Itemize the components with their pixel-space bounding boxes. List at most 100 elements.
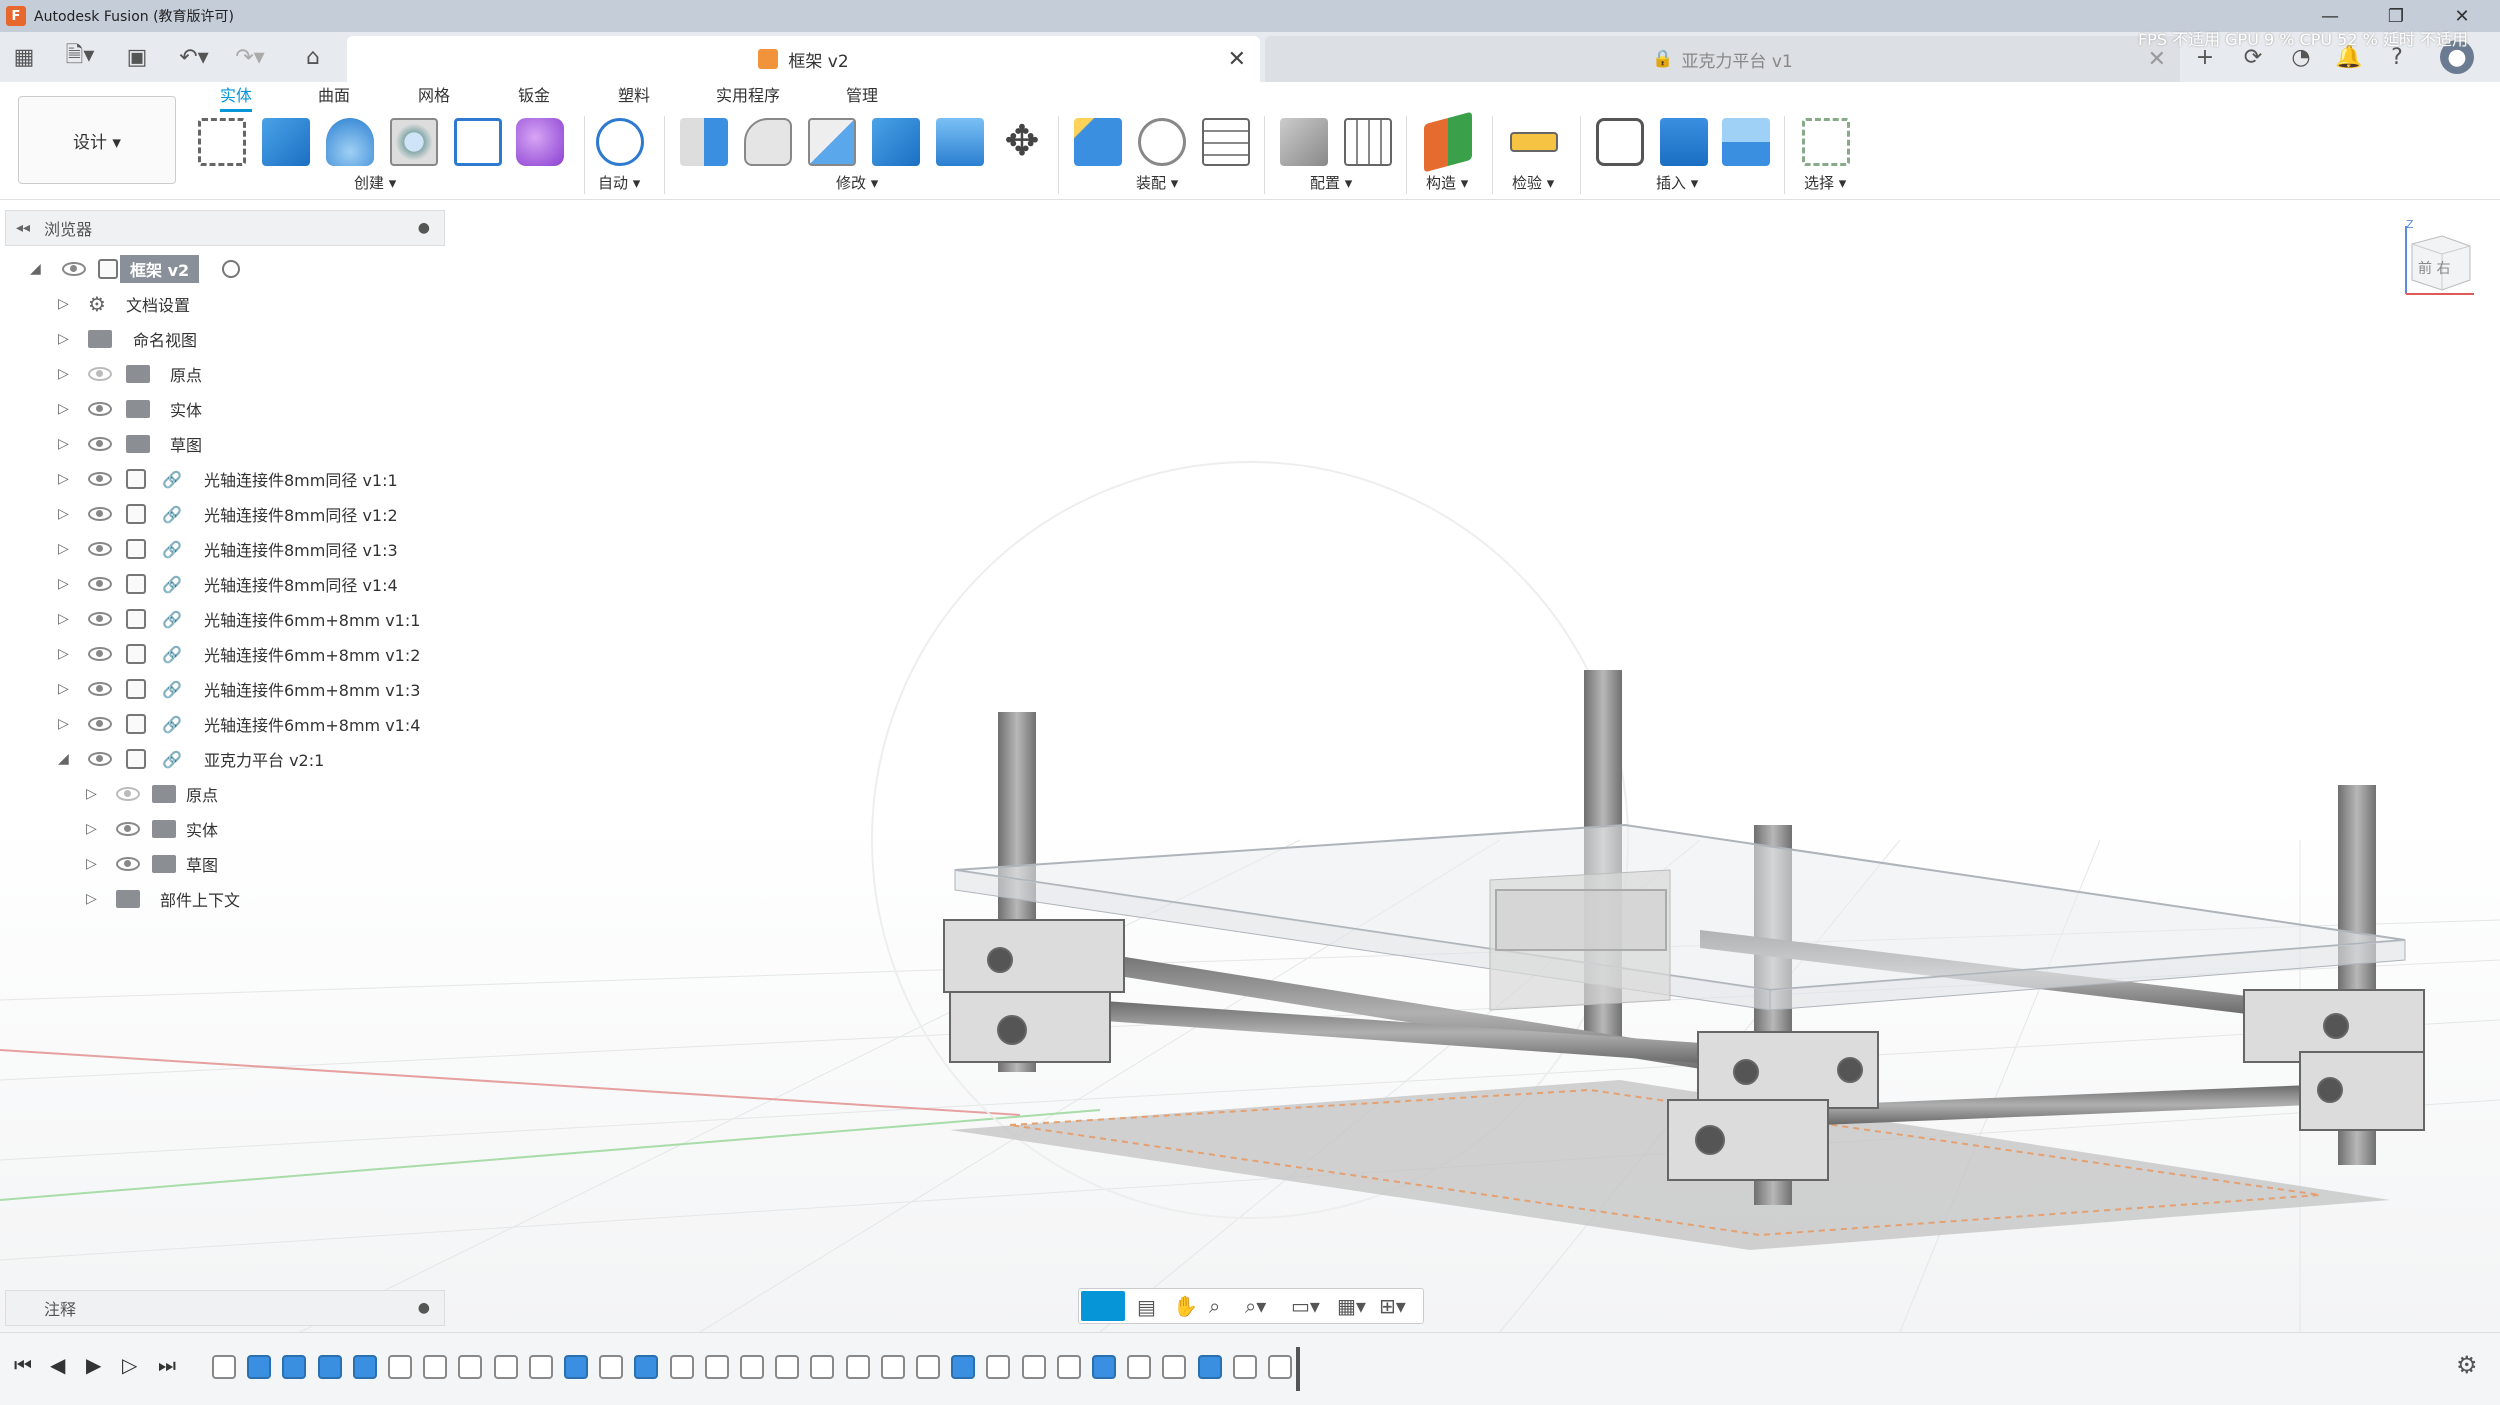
undo-icon[interactable]: ↶▾ bbox=[170, 40, 218, 74]
timeline-feature-icon[interactable] bbox=[669, 1355, 694, 1379]
orbit-icon[interactable] bbox=[1081, 1291, 1125, 1321]
timeline-feature-icon[interactable] bbox=[528, 1355, 553, 1379]
tab-plastic[interactable]: 塑料 bbox=[618, 82, 650, 112]
group-automate[interactable]: 自动 ▾ bbox=[598, 172, 640, 193]
group-configure[interactable]: 配置 ▾ bbox=[1310, 172, 1352, 193]
browser-node[interactable]: ▷ 🔗 光轴连接件8mm同径 v1:3 bbox=[0, 532, 445, 566]
expand-toggle-icon[interactable]: ▷ bbox=[58, 681, 69, 697]
browser-node[interactable]: ▷ 实体 bbox=[0, 812, 445, 846]
group-create[interactable]: 创建 ▾ bbox=[354, 172, 396, 193]
zoom-icon[interactable]: ⌕ bbox=[1209, 1294, 1220, 1318]
redo-icon[interactable]: ↷▾ bbox=[226, 40, 274, 74]
notes-add-icon[interactable]: ● bbox=[418, 1300, 430, 1316]
browser-node[interactable]: ▷ 🔗 光轴连接件6mm+8mm v1:1 bbox=[0, 602, 445, 636]
visibility-eye-icon[interactable] bbox=[116, 857, 140, 871]
timeline-feature-icon[interactable] bbox=[352, 1355, 377, 1379]
expand-toggle-icon[interactable]: ▷ bbox=[86, 891, 97, 907]
automate-icon[interactable] bbox=[596, 118, 644, 166]
timeline-feature-icon[interactable] bbox=[247, 1355, 272, 1379]
create-sketch-icon[interactable] bbox=[198, 118, 246, 166]
fit-icon[interactable]: ⌕▾ bbox=[1245, 1294, 1266, 1318]
apps-grid-icon[interactable]: ▦ bbox=[8, 40, 40, 74]
timeline-feature-icon[interactable] bbox=[1232, 1355, 1257, 1379]
measure-icon[interactable] bbox=[1510, 132, 1558, 152]
timeline-feature-icon[interactable] bbox=[634, 1355, 659, 1379]
expand-toggle-icon[interactable]: ▷ bbox=[58, 576, 69, 592]
timeline-feature-icon[interactable] bbox=[317, 1355, 342, 1379]
tab-surface[interactable]: 曲面 bbox=[318, 82, 350, 112]
browser-node[interactable]: ◢ 🔗 亚克力平台 v2:1 bbox=[0, 742, 445, 776]
go-to-start-icon[interactable]: ⏮ bbox=[14, 1353, 32, 1377]
expand-toggle-icon[interactable]: ▷ bbox=[58, 401, 69, 417]
visibility-eye-icon[interactable] bbox=[116, 787, 140, 801]
shell-icon[interactable] bbox=[872, 118, 920, 166]
visibility-eye-icon[interactable] bbox=[88, 472, 112, 486]
timeline-feature-icon[interactable] bbox=[1021, 1355, 1046, 1379]
timeline-feature-icon[interactable] bbox=[740, 1355, 764, 1379]
step-forward-icon[interactable]: ▷ bbox=[122, 1353, 137, 1377]
expand-toggle-icon[interactable]: ▷ bbox=[58, 471, 69, 487]
create-form-icon[interactable] bbox=[516, 118, 564, 166]
pan-icon[interactable]: ✋ bbox=[1173, 1294, 1198, 1318]
timeline-feature-icon[interactable] bbox=[704, 1355, 729, 1379]
browser-panel-header[interactable]: ◂◂ 浏览器 ● bbox=[5, 210, 445, 246]
close-tab-icon[interactable]: ✕ bbox=[2148, 47, 2166, 72]
group-inspect[interactable]: 检验 ▾ bbox=[1512, 172, 1554, 193]
visibility-eye-icon[interactable] bbox=[88, 367, 112, 381]
extrude-icon[interactable] bbox=[262, 118, 310, 166]
play-icon[interactable]: ▶ bbox=[86, 1353, 101, 1377]
tab-utilities[interactable]: 实用程序 bbox=[716, 82, 780, 112]
browser-node[interactable]: ▷ 实体 bbox=[0, 392, 445, 426]
browser-node[interactable]: ▷ 草图 bbox=[0, 427, 445, 461]
expand-toggle-icon[interactable]: ◢ bbox=[30, 261, 41, 277]
expand-toggle-icon[interactable]: ▷ bbox=[58, 331, 69, 347]
timeline-feature-icon[interactable] bbox=[810, 1355, 835, 1379]
tab-mesh[interactable]: 网格 bbox=[418, 82, 450, 112]
timeline-feature-icon[interactable] bbox=[775, 1355, 800, 1379]
visibility-eye-icon[interactable] bbox=[88, 402, 112, 416]
view-cube[interactable]: 前 右 Z bbox=[2404, 218, 2476, 296]
file-menu-icon[interactable]: 🗎▾ bbox=[56, 40, 104, 74]
browser-pin-icon[interactable]: ● bbox=[418, 220, 430, 236]
timeline-feature-icon[interactable] bbox=[564, 1355, 588, 1379]
timeline-feature-icon[interactable] bbox=[1127, 1355, 1152, 1379]
tab-acrylic-platform[interactable]: 🔒 亚克力平台 v1 ✕ bbox=[1265, 36, 2180, 82]
timeline-feature-icon[interactable] bbox=[282, 1355, 307, 1379]
timeline-feature-icon[interactable] bbox=[493, 1355, 518, 1379]
visibility-eye-icon[interactable] bbox=[88, 507, 112, 521]
visibility-eye-icon[interactable] bbox=[88, 542, 112, 556]
timeline-feature-icon[interactable] bbox=[599, 1355, 624, 1379]
timeline-marker[interactable] bbox=[1296, 1347, 1300, 1391]
expand-toggle-icon[interactable]: ▷ bbox=[58, 436, 69, 452]
browser-node[interactable]: ▷ 🔗 光轴连接件8mm同径 v1:1 bbox=[0, 462, 445, 496]
browser-node[interactable]: ▷ 草图 bbox=[0, 847, 445, 881]
move-icon[interactable]: ✥ bbox=[998, 118, 1046, 166]
maximize-button[interactable]: ❐ bbox=[2366, 0, 2426, 32]
workspace-selector[interactable]: 设计 ▾ bbox=[18, 96, 176, 184]
hole-icon[interactable] bbox=[390, 118, 438, 166]
configure-model-icon[interactable] bbox=[1280, 118, 1328, 166]
browser-node[interactable]: ▷ 命名视图 bbox=[0, 322, 445, 356]
grid-settings-icon[interactable]: ▦▾ bbox=[1337, 1294, 1366, 1318]
go-to-end-icon[interactable]: ⏭ bbox=[158, 1353, 176, 1377]
tab-sheet-metal[interactable]: 钣金 bbox=[518, 82, 550, 112]
timeline-feature-icon[interactable] bbox=[1056, 1355, 1081, 1379]
visibility-eye-icon[interactable] bbox=[88, 752, 112, 766]
timeline-settings-gear-icon[interactable]: ⚙ bbox=[2456, 1351, 2478, 1379]
timeline-feature-icon[interactable] bbox=[1197, 1355, 1222, 1379]
visibility-eye-icon[interactable] bbox=[88, 647, 112, 661]
group-select[interactable]: 选择 ▾ bbox=[1804, 172, 1846, 193]
tab-solid[interactable]: 实体 bbox=[220, 82, 253, 112]
timeline-feature-icon[interactable] bbox=[845, 1355, 870, 1379]
visibility-eye-icon[interactable] bbox=[88, 717, 112, 731]
display-settings-icon[interactable]: ▭▾ bbox=[1291, 1294, 1320, 1318]
pattern-icon[interactable] bbox=[454, 118, 502, 166]
visibility-eye-icon[interactable] bbox=[88, 612, 112, 626]
fillet-icon[interactable] bbox=[744, 118, 792, 166]
timeline-feature-icon[interactable] bbox=[951, 1355, 976, 1379]
insert-canvas-icon[interactable] bbox=[1722, 118, 1770, 166]
tab-manage[interactable]: 管理 bbox=[846, 82, 878, 112]
step-back-icon[interactable]: ◀ bbox=[50, 1353, 65, 1377]
browser-node[interactable]: ▷ 原点 bbox=[0, 777, 445, 811]
viewports-icon[interactable]: ⊞▾ bbox=[1379, 1294, 1406, 1318]
